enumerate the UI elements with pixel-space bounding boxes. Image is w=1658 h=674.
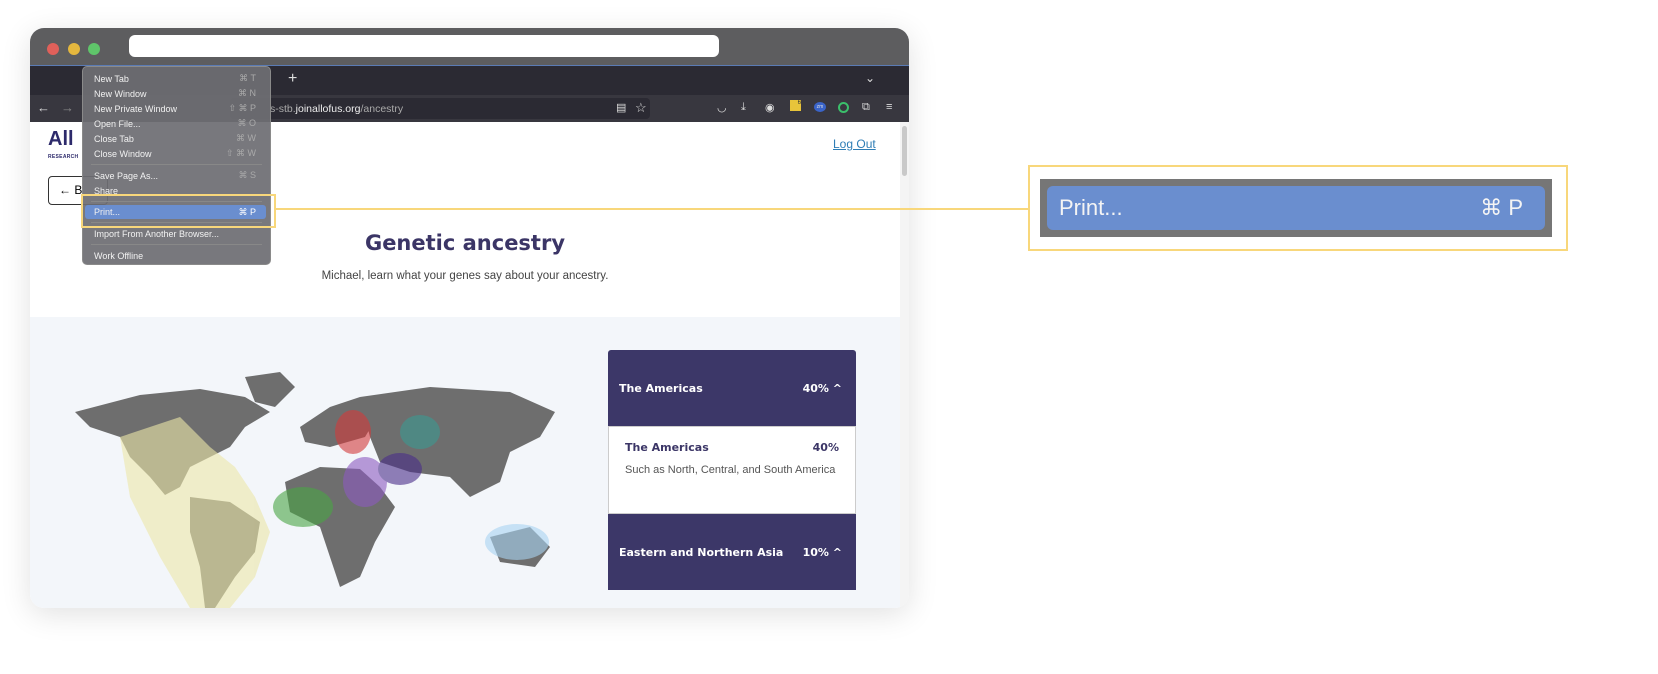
chevron-up-icon: ^ <box>832 545 842 559</box>
url-prefix: s-stb. <box>270 103 296 115</box>
download-icon[interactable]: ⤓ <box>741 101 746 114</box>
extensions-icon[interactable]: ⧉ <box>862 101 870 114</box>
redacted-title-strip <box>129 35 719 57</box>
print-zoom-callout: Print... ⌘ P <box>1028 165 1568 251</box>
tab-list-button[interactable]: ⌄ <box>865 71 875 85</box>
menu-item-open-file[interactable]: Open File... ⌘ O <box>85 116 266 131</box>
menu-item-new-private-window[interactable]: New Private Window ⇧ ⌘ P <box>85 101 266 116</box>
callout-connector-line <box>276 208 1028 210</box>
log-out-link[interactable]: Log Out <box>833 137 876 151</box>
detail-description: Such as North, Central, and South Americ… <box>625 464 836 476</box>
detail-title: The Americas <box>625 441 709 454</box>
ancestry-section: The Americas 40% ^ The Americas 40% Such a… <box>30 317 900 608</box>
print-highlight-box <box>81 194 276 228</box>
europe-region <box>335 410 371 454</box>
bookmark-star-icon[interactable]: ☆ <box>635 100 647 116</box>
accordion-body-americas: The Americas 40% Such as North, Central, … <box>608 426 856 514</box>
minimize-window-button[interactable] <box>68 43 80 55</box>
url-path: /ancestry <box>360 103 404 115</box>
west-africa-region <box>273 487 333 527</box>
new-tab-button[interactable]: + <box>288 70 297 88</box>
ancestry-world-map <box>75 372 555 608</box>
americas-region <box>120 417 270 608</box>
file-menu: New Tab ⌘ T New Window ⌘ N New Private Win… <box>82 66 271 265</box>
forward-button[interactable]: → <box>61 100 74 115</box>
northern-asia-region <box>400 415 440 449</box>
menu-separator <box>91 164 262 165</box>
extension-icon[interactable]: 6 <box>790 100 801 111</box>
hamburger-menu-icon[interactable]: ≡ <box>886 101 892 113</box>
menu-item-close-window[interactable]: Close Window ⇧ ⌘ W <box>85 146 266 161</box>
address-bar[interactable]: s-stb.joinallofus.org/ancestry ▤ ☆ <box>230 98 650 119</box>
title-bar <box>30 28 909 65</box>
url-domain: joinallofus.org <box>295 103 361 115</box>
south-asia-region <box>378 453 422 485</box>
menu-item-close-tab[interactable]: Close Tab ⌘ W <box>85 131 266 146</box>
account-icon[interactable]: ◉ <box>765 101 775 114</box>
detail-percent: 40% <box>812 441 839 454</box>
menu-item-import-from-another-browser[interactable]: Import From Another Browser... <box>85 226 266 241</box>
page-scrollbar[interactable] <box>900 122 909 608</box>
menu-item-save-page-as[interactable]: Save Page As... ⌘ S <box>85 168 266 183</box>
zoom-window-button[interactable] <box>88 43 100 55</box>
accordion-header-eastern-northern-asia[interactable]: Eastern and Northern Asia 10% ^ <box>608 514 856 590</box>
oceania-region <box>485 524 549 560</box>
back-button[interactable]: ← <box>37 100 50 115</box>
accordion-header-americas[interactable]: The Americas 40% ^ <box>608 350 856 426</box>
ancestry-breakdown-panel: The Americas 40% ^ The Americas 40% Such a… <box>608 350 856 608</box>
pocket-icon[interactable]: ◡ <box>717 101 727 114</box>
menu-separator <box>91 244 262 245</box>
menu-item-new-tab[interactable]: New Tab ⌘ T <box>85 71 266 86</box>
grammar-extension-icon[interactable] <box>838 102 849 113</box>
all-of-us-logo[interactable]: All RESEARCH <box>48 129 78 166</box>
close-window-button[interactable] <box>47 43 59 55</box>
page-subtitle: Michael, learn what your genes say about… <box>321 270 609 282</box>
callout-print-shortcut: ⌘ P <box>1480 195 1523 220</box>
callout-print-label: Print... <box>1059 195 1123 220</box>
chevron-up-icon: ^ <box>832 381 842 395</box>
menu-item-new-window[interactable]: New Window ⌘ N <box>85 86 266 101</box>
menu-item-work-offline[interactable]: Work Offline <box>85 248 266 263</box>
zoom-extension-icon[interactable]: zm <box>814 102 826 112</box>
reader-view-icon[interactable]: ▤ <box>616 101 626 114</box>
